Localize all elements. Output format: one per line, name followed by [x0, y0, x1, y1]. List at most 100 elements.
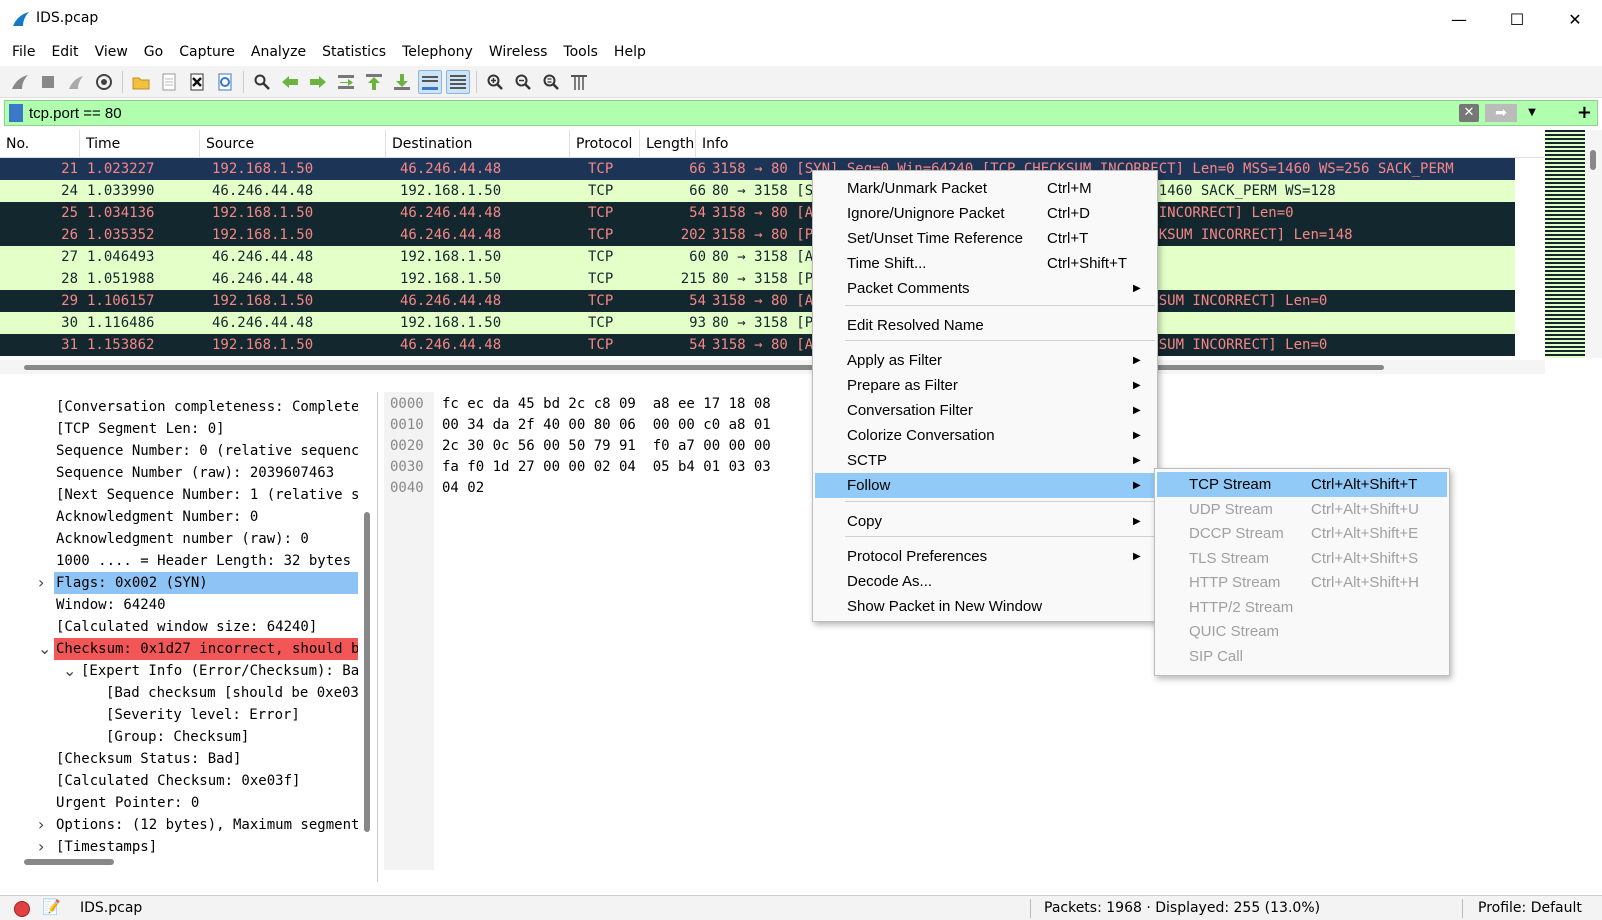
column-header-length[interactable]: Length — [640, 130, 696, 158]
filter-history-chevron-down-icon[interactable]: ▼ — [1523, 104, 1541, 122]
menu-help[interactable]: Help — [606, 38, 654, 66]
open-folder-icon[interactable] — [129, 70, 153, 94]
detail-line[interactable]: [Bad checksum [should be 0xe03f]] — [104, 682, 358, 704]
status-profile[interactable]: Profile: Default — [1478, 900, 1582, 916]
restart-icon[interactable] — [64, 70, 88, 94]
detail-line[interactable]: [TCP Segment Len: 0] — [54, 418, 358, 440]
table-row[interactable]: 28 1.051988 46.246.44.48 192.168.1.50 TCP 215… — [0, 268, 1515, 290]
menu-go[interactable]: Go — [136, 38, 171, 66]
context-menu-item[interactable]: Protocol Preferences ▶ — [815, 544, 1155, 569]
capture-comment-icon[interactable]: 📝 — [42, 898, 61, 916]
close-button[interactable]: ✕ — [1546, 0, 1602, 38]
first-packet-icon[interactable] — [362, 70, 386, 94]
shark-fin-start-icon[interactable] — [8, 70, 32, 94]
detail-line[interactable]: Sequence Number (raw): 2039607463 — [54, 462, 358, 484]
table-row[interactable]: 27 1.046493 46.246.44.48 192.168.1.50 TCP 60 8… — [0, 246, 1515, 268]
byte-hex-row[interactable]: fc ec da 45 bd 2c c8 09 a8 ee 17 18 08 — [442, 394, 771, 414]
menu-wireless[interactable]: Wireless — [481, 38, 556, 66]
find-icon[interactable] — [250, 70, 274, 94]
detail-line[interactable]: 1000 .... = Header Length: 32 bytes (8) — [54, 550, 358, 572]
detail-line[interactable]: [Calculated window size: 64240] — [54, 616, 358, 638]
column-header-no[interactable]: No. — [0, 130, 80, 158]
detail-line[interactable]: [Expert Info (Error/Checksum): Bad check… — [79, 660, 358, 682]
context-menu-item[interactable]: Colorize Conversation ▶ — [815, 423, 1155, 448]
table-row[interactable]: 25 1.034136 192.168.1.50 46.246.44.48 TCP 54 3… — [0, 202, 1515, 224]
context-menu-item[interactable]: Decode As... — [815, 569, 1155, 594]
detail-line[interactable]: [Checksum Status: Bad] — [54, 748, 358, 770]
detail-line[interactable]: [Timestamps] — [54, 836, 358, 858]
context-menu-item[interactable]: Prepare as Filter ▶ — [815, 373, 1155, 398]
menu-edit[interactable]: Edit — [43, 38, 86, 66]
packet-list-vertical-scrollbar[interactable] — [1585, 130, 1602, 358]
detail-line[interactable]: Window: 64240 — [54, 594, 358, 616]
chevron-down-icon[interactable]: ⌄ — [63, 660, 76, 682]
minimize-button[interactable]: — — [1430, 0, 1488, 38]
colorize-icon[interactable] — [446, 69, 470, 94]
detail-line[interactable]: Urgent Pointer: 0 — [54, 792, 358, 814]
byte-hex-row[interactable]: fa f0 1d 27 00 00 02 04 05 b4 01 03 03 — [442, 457, 771, 477]
context-menu-item[interactable]: Mark/Unmark Packet Ctrl+M — [815, 176, 1155, 201]
context-menu-item[interactable]: Show Packet in New Window — [815, 594, 1155, 619]
menu-analyze[interactable]: Analyze — [243, 38, 314, 66]
detail-line[interactable]: Acknowledgment number (raw): 0 — [54, 528, 358, 550]
column-header-destination[interactable]: Destination — [386, 130, 570, 158]
menu-tools[interactable]: Tools — [555, 38, 606, 66]
table-row[interactable]: 24 1.033990 46.246.44.48 192.168.1.50 TCP 66 8… — [0, 180, 1515, 202]
menu-view[interactable]: View — [87, 38, 136, 66]
detail-line[interactable]: Options: (12 bytes), Maximum segment siz… — [54, 814, 358, 836]
maximize-button[interactable]: ☐ — [1488, 0, 1546, 38]
detail-line[interactable]: Flags: 0x002 (SYN) — [54, 572, 358, 594]
chevron-down-icon[interactable]: ⌄ — [38, 638, 51, 660]
table-row[interactable]: 31 1.153862 192.168.1.50 46.246.44.48 TCP 54 3… — [0, 334, 1515, 356]
detail-line[interactable]: Sequence Number: 0 (relative sequence nu… — [54, 440, 358, 462]
context-menu-item[interactable]: Ignore/Unignore Packet Ctrl+D — [815, 201, 1155, 226]
context-menu-item[interactable]: Edit Resolved Name — [815, 313, 1155, 338]
context-menu-item[interactable]: Follow ▶ — [815, 473, 1155, 498]
expert-info-error-icon[interactable] — [14, 901, 30, 917]
context-menu-item[interactable]: Conversation Filter ▶ — [815, 398, 1155, 423]
detail-line[interactable]: [Severity level: Error] — [104, 704, 358, 726]
detail-line[interactable]: Checksum: 0x1d27 incorrect, should be 0x… — [54, 638, 358, 660]
resize-columns-icon[interactable] — [567, 70, 591, 94]
forward-arrow-icon[interactable] — [306, 70, 330, 94]
column-header-protocol[interactable]: Protocol — [570, 130, 640, 158]
context-menu-item[interactable]: Copy ▶ — [815, 509, 1155, 534]
zoom-in-icon[interactable] — [483, 70, 507, 94]
byte-hex-row[interactable]: 2c 30 0c 56 00 50 79 91 f0 a7 00 00 00 — [442, 436, 771, 456]
context-menu-item[interactable]: SCTP ▶ — [815, 448, 1155, 473]
table-row[interactable]: 29 1.106157 192.168.1.50 46.246.44.48 TCP 54 3… — [0, 290, 1515, 312]
context-menu-item[interactable]: Apply as Filter ▶ — [815, 348, 1155, 373]
back-arrow-icon[interactable] — [278, 70, 302, 94]
reload-icon[interactable] — [213, 70, 237, 94]
stop-icon[interactable] — [36, 70, 60, 94]
add-filter-button[interactable]: + — [1577, 102, 1592, 123]
zoom-normal-icon[interactable] — [539, 70, 563, 94]
table-row[interactable]: 30 1.116486 46.246.44.48 192.168.1.50 TCP 93 8… — [0, 312, 1515, 334]
file-icon[interactable] — [157, 70, 181, 94]
byte-hex-row[interactable]: 00 34 da 2f 40 00 80 06 00 00 c0 a8 01 — [442, 415, 771, 435]
packet-minimap[interactable] — [1545, 130, 1585, 358]
column-header-source[interactable]: Source — [200, 130, 386, 158]
clear-filter-icon[interactable]: ✕ — [1459, 104, 1479, 122]
detail-line[interactable]: Acknowledgment Number: 0 — [54, 506, 358, 528]
table-row[interactable]: 26 1.035352 192.168.1.50 46.246.44.48 TCP 202… — [0, 224, 1515, 246]
follow-submenu-item[interactable]: TCP Stream Ctrl+Alt+Shift+T — [1157, 472, 1447, 497]
autoscroll-icon[interactable] — [418, 69, 442, 94]
chevron-right-icon[interactable]: › — [38, 836, 44, 858]
zoom-out-icon[interactable] — [511, 70, 535, 94]
close-file-icon[interactable] — [185, 70, 209, 94]
column-header-time[interactable]: Time — [80, 130, 200, 158]
detail-line[interactable]: [Conversation completeness: Complete, WI… — [54, 396, 358, 418]
chevron-right-icon[interactable]: › — [38, 572, 44, 594]
table-row[interactable]: 21 1.023227 192.168.1.50 46.246.44.48 TCP 66 3… — [0, 158, 1515, 180]
menu-statistics[interactable]: Statistics — [314, 38, 394, 66]
context-menu-item[interactable]: Time Shift... Ctrl+Shift+T — [815, 251, 1155, 276]
apply-filter-arrow-icon[interactable]: ➡ — [1485, 104, 1517, 122]
display-filter-input[interactable] — [29, 103, 1429, 123]
last-packet-icon[interactable] — [390, 70, 414, 94]
packet-list-horizontal-scrollbar[interactable] — [0, 360, 1545, 374]
context-menu-item[interactable]: Set/Unset Time Reference Ctrl+T — [815, 226, 1155, 251]
byte-hex-row[interactable]: 04 02 — [442, 478, 484, 498]
detail-line[interactable]: [Next Sequence Number: 1 (relative seque… — [54, 484, 358, 506]
chevron-right-icon[interactable]: › — [38, 814, 44, 836]
